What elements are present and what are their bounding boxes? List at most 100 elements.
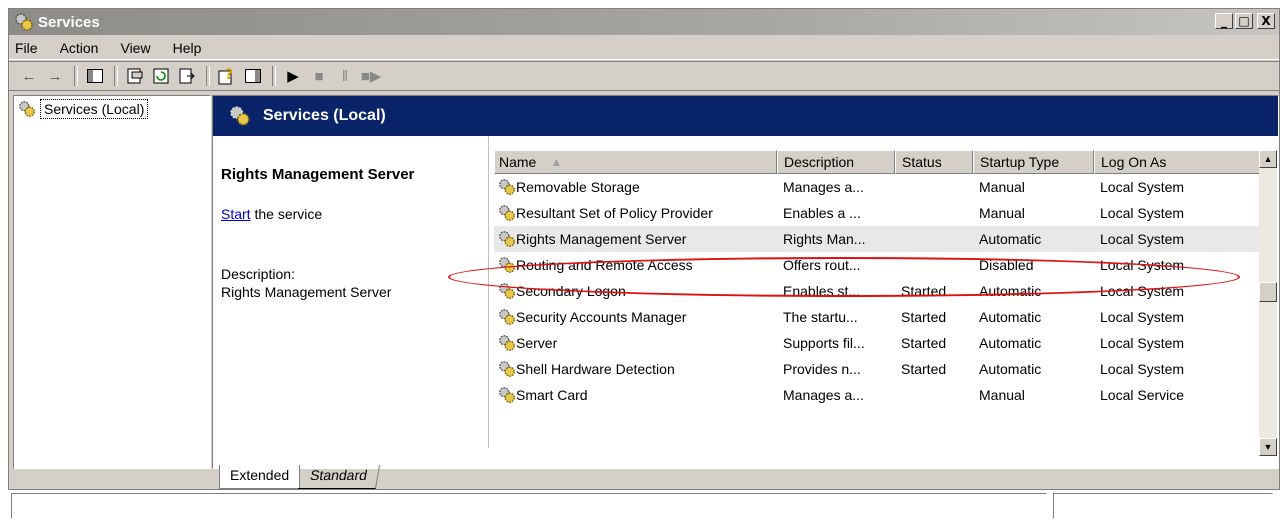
status-panel-secondary: [1053, 493, 1273, 519]
service-name: Shell Hardware Detection: [516, 361, 675, 377]
window-title: Services: [38, 13, 100, 31]
service-startup-type-cell: Manual: [979, 205, 1025, 221]
menu-view[interactable]: View: [120, 40, 150, 56]
service-log-on-as-cell: Local System: [1100, 335, 1185, 351]
service-description-cell: Manages a...: [783, 387, 864, 403]
restart-service-icon[interactable]: ■▶: [359, 64, 383, 88]
start-service-line: Start the service: [221, 206, 322, 222]
forward-icon[interactable]: →: [43, 64, 67, 88]
service-name: Rights Management Server: [516, 231, 687, 247]
back-icon[interactable]: ←: [17, 64, 41, 88]
column-header-log-on-as[interactable]: Log On As: [1094, 150, 1264, 174]
pane-banner: Services (Local): [213, 96, 1278, 136]
toolbar-separator: [114, 66, 118, 86]
start-service-link[interactable]: Start: [221, 206, 251, 222]
services-list: Name ▲ Description Status Startup Type L…: [494, 150, 1264, 456]
svg-text:?: ?: [225, 67, 233, 83]
service-log-on-as-cell: Local System: [1100, 361, 1185, 377]
extended-description-pane: Rights Management Server Start the servi…: [213, 136, 489, 448]
service-description-cell: Supports fil...: [783, 335, 865, 351]
table-row[interactable]: Routing and Remote Access Offers rout... D…: [494, 252, 1264, 278]
properties-icon[interactable]: [123, 64, 147, 88]
description-value: Rights Management Server: [221, 284, 392, 300]
column-header-description[interactable]: Description: [777, 150, 895, 174]
service-name: Removable Storage: [516, 179, 640, 195]
start-service-icon[interactable]: ▶: [281, 64, 305, 88]
service-gear-icon: [499, 387, 515, 403]
service-log-on-as-cell: Local System: [1100, 231, 1185, 247]
toolbar-separator: [74, 66, 78, 86]
service-name-cell: Shell Hardware Detection: [494, 360, 777, 378]
tree-item-services-local[interactable]: Services (Local): [14, 96, 210, 122]
service-startup-type-cell: Automatic: [979, 231, 1042, 247]
toolbar-separator: [206, 66, 210, 86]
menu-file[interactable]: File: [15, 40, 38, 56]
show-hide-tree-icon[interactable]: [83, 64, 107, 88]
service-name-cell: Smart Card: [494, 386, 777, 404]
table-row[interactable]: Rights Management Server Rights Man... Aut…: [494, 226, 1264, 252]
service-startup-type-cell: Disabled: [979, 257, 1034, 273]
service-log-on-as-cell: Local System: [1100, 309, 1185, 325]
tab-extended[interactable]: Extended: [219, 465, 301, 489]
menu-help[interactable]: Help: [173, 40, 202, 56]
list-body: Removable Storage Manages a... Manual Local…: [494, 174, 1264, 408]
table-row[interactable]: Server Supports fil... Started Automatic Loc…: [494, 330, 1264, 356]
start-service-suffix: the service: [250, 206, 323, 222]
services-window: Services _ □ X File Action View Help ← →: [8, 8, 1280, 519]
status-bar: [11, 493, 1277, 523]
service-name-cell: Routing and Remote Access: [494, 256, 777, 274]
table-row[interactable]: Removable Storage Manages a... Manual Local…: [494, 174, 1264, 200]
table-row[interactable]: Smart Card Manages a... Manual Local Servic…: [494, 382, 1264, 408]
column-header-name[interactable]: Name ▲: [494, 150, 777, 174]
menu-action[interactable]: Action: [60, 40, 99, 56]
table-row[interactable]: Secondary Logon Enables st... Started Autom…: [494, 278, 1264, 304]
export-list-icon[interactable]: [175, 64, 199, 88]
vertical-scrollbar[interactable]: ▲ ▼: [1259, 150, 1277, 456]
service-status-cell: Started: [901, 361, 947, 377]
table-row[interactable]: Shell Hardware Detection Provides n... Sta…: [494, 356, 1264, 382]
service-description-cell: The startu...: [783, 309, 858, 325]
tab-standard[interactable]: Standard: [298, 465, 381, 489]
service-gear-icon: [499, 179, 515, 195]
service-name-cell: Server: [494, 334, 777, 352]
toolbar: ← → ? ▶ ■ ‖ ■▶: [9, 61, 1279, 91]
close-button[interactable]: X: [1257, 13, 1275, 29]
service-name-cell: Resultant Set of Policy Provider: [494, 204, 777, 222]
stop-service-icon[interactable]: ■: [307, 64, 331, 88]
column-header-label: Name: [499, 154, 537, 170]
table-row[interactable]: Resultant Set of Policy Provider Enables …: [494, 200, 1264, 226]
refresh-icon[interactable]: [149, 64, 173, 88]
column-header-status[interactable]: Status: [895, 150, 973, 174]
minimize-button[interactable]: _: [1215, 13, 1233, 29]
scroll-up-button[interactable]: ▲: [1259, 150, 1277, 168]
pause-service-icon[interactable]: ‖: [333, 64, 357, 88]
service-status-cell: Started: [901, 283, 947, 299]
service-name-cell: Security Accounts Manager: [494, 308, 777, 326]
services-gear-icon: [230, 106, 250, 126]
maximize-button[interactable]: □: [1235, 13, 1253, 29]
service-name: Secondary Logon: [516, 283, 626, 299]
scroll-thumb[interactable]: [1259, 282, 1277, 302]
service-gear-icon: [499, 205, 515, 221]
service-gear-icon: [499, 361, 515, 377]
service-description-cell: Enables st...: [783, 283, 861, 299]
service-description-cell: Provides n...: [783, 361, 861, 377]
banner-title: Services (Local): [263, 107, 386, 124]
service-gear-icon: [499, 231, 515, 247]
show-hide-action-pane-icon[interactable]: [241, 64, 265, 88]
service-startup-type-cell: Manual: [979, 179, 1025, 195]
service-startup-type-cell: Automatic: [979, 361, 1042, 377]
column-header-startup-type[interactable]: Startup Type: [973, 150, 1094, 174]
help-icon[interactable]: ?: [215, 64, 239, 88]
service-status-cell: Started: [901, 309, 947, 325]
service-startup-type-cell: Manual: [979, 387, 1025, 403]
service-description-cell: Offers rout...: [783, 257, 861, 273]
console-tree: Services (Local): [13, 95, 211, 469]
scroll-down-button[interactable]: ▼: [1259, 438, 1277, 456]
service-description-cell: Enables a ...: [783, 205, 861, 221]
title-bar[interactable]: Services _ □ X: [9, 9, 1279, 35]
service-gear-icon: [499, 335, 515, 351]
table-row[interactable]: Security Accounts Manager The startu... St…: [494, 304, 1264, 330]
service-description-cell: Rights Man...: [783, 231, 866, 247]
service-status-cell: Started: [901, 335, 947, 351]
